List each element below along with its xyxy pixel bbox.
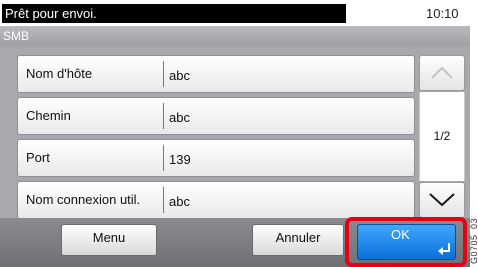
ok-button-label: OK — [391, 227, 410, 242]
row-value: abc — [169, 194, 190, 209]
row-path[interactable]: Chemin abc — [17, 97, 415, 135]
enter-icon — [438, 243, 450, 255]
scroll-down-button[interactable] — [419, 182, 465, 218]
page-indicator: 1/2 — [419, 92, 465, 181]
row-port[interactable]: Port 139 — [17, 139, 415, 177]
row-value: abc — [169, 110, 190, 125]
row-login-name[interactable]: Nom connexion util. abc — [17, 181, 415, 219]
status-bar: Prêt pour envoi. 10:10 — [0, 0, 470, 26]
cancel-button[interactable]: Annuler — [252, 224, 344, 256]
row-label: Port — [26, 150, 50, 165]
status-message: Prêt pour envoi. — [2, 4, 346, 23]
status-time: 10:10 — [426, 6, 459, 21]
figure-code: G0705_03 — [469, 217, 478, 264]
scroll-up-button[interactable] — [419, 55, 465, 91]
ok-button[interactable]: OK — [357, 224, 456, 260]
chevron-down-icon — [429, 193, 455, 207]
device-screen: Prêt pour envoi. 10:10 SMB Nom d'hôte ab… — [0, 0, 470, 267]
row-divider — [163, 145, 164, 171]
row-value: 139 — [169, 152, 191, 167]
row-divider — [163, 103, 164, 129]
row-label: Nom d'hôte — [26, 66, 93, 81]
chevron-up-icon — [431, 66, 453, 79]
row-divider — [163, 61, 164, 87]
row-label: Nom connexion util. — [26, 192, 141, 207]
menu-button[interactable]: Menu — [61, 224, 157, 256]
row-divider — [163, 187, 164, 213]
row-label: Chemin — [26, 108, 71, 123]
screen-title: SMB — [0, 26, 470, 46]
row-value: abc — [169, 68, 190, 83]
row-hostname[interactable]: Nom d'hôte abc — [17, 55, 415, 93]
